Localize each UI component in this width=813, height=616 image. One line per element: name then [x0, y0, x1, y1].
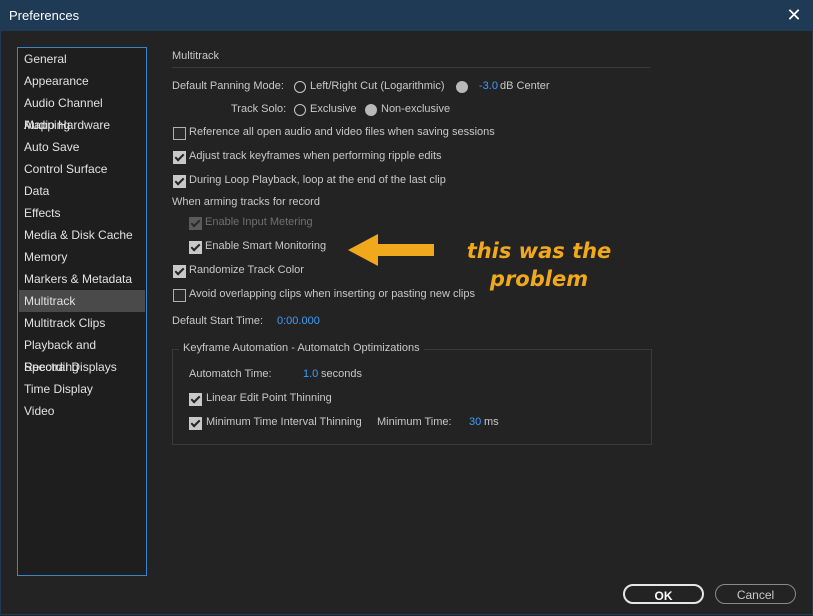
sidebar-item-effects[interactable]: Effects [19, 202, 145, 224]
default-start-time-value[interactable]: 0:00.000 [277, 315, 320, 327]
ok-button[interactable]: OK [623, 584, 704, 604]
window-title: Preferences [9, 8, 80, 23]
track-solo-nonexclusive-label: Non-exclusive [381, 103, 451, 115]
adjust-keyframes-label: Adjust track keyframes when performing r… [189, 150, 442, 162]
reference-files-checkbox[interactable] [173, 127, 186, 140]
min-time-value[interactable]: 30 [469, 416, 481, 428]
automatch-time-label: Automatch Time: [189, 368, 272, 380]
panning-left-right-label: Left/Right Cut (Logarithmic) [310, 80, 445, 92]
input-metering-label: Enable Input Metering [205, 216, 313, 228]
randomize-color-label: Randomize Track Color [189, 264, 304, 276]
sidebar-item-media-disk-cache[interactable]: Media & Disk Cache [19, 224, 145, 246]
sidebar-item-data[interactable]: Data [19, 180, 145, 202]
adjust-keyframes-checkbox[interactable] [173, 151, 186, 164]
avoid-overlap-checkbox[interactable] [173, 289, 186, 302]
section-title: Multitrack [172, 50, 220, 62]
title-bar: Preferences ✕ [0, 0, 813, 31]
linear-thinning-checkbox[interactable] [189, 393, 202, 406]
default-start-time-label: Default Start Time: [172, 315, 264, 327]
min-time-unit: ms [484, 416, 499, 428]
linear-thinning-label: Linear Edit Point Thinning [206, 392, 332, 404]
automatch-time-value[interactable]: 1.0 [303, 368, 318, 380]
section-divider [172, 67, 650, 68]
input-metering-checkbox[interactable] [189, 217, 202, 230]
reference-files-label: Reference all open audio and video files… [189, 126, 495, 138]
sidebar-item-time-display[interactable]: Time Display [19, 378, 145, 400]
sidebar-item-appearance[interactable]: Appearance [19, 70, 145, 92]
sidebar-item-markers-metadata[interactable]: Markers & Metadata [19, 268, 145, 290]
sidebar-item-memory[interactable]: Memory [19, 246, 145, 268]
preferences-sidebar: General Appearance Audio Channel Mapping… [17, 47, 147, 576]
annotation-arrow-icon [348, 234, 434, 266]
smart-monitoring-checkbox[interactable] [189, 241, 202, 254]
sidebar-item-auto-save[interactable]: Auto Save [19, 136, 145, 158]
panning-db-value[interactable]: -3.0 [479, 80, 498, 92]
sidebar-item-multitrack[interactable]: Multitrack [19, 290, 145, 312]
loop-playback-label: During Loop Playback, loop at the end of… [189, 174, 446, 186]
sidebar-item-general[interactable]: General [19, 48, 145, 70]
arming-heading: When arming tracks for record [172, 196, 320, 208]
cancel-button[interactable]: Cancel [715, 584, 796, 604]
sidebar-item-audio-channel-mapping[interactable]: Audio Channel Mapping [19, 92, 145, 132]
annotation-line1: this was the [466, 239, 612, 263]
track-solo-label: Track Solo: [231, 103, 287, 115]
sidebar-item-control-surface[interactable]: Control Surface [19, 158, 145, 180]
sidebar-item-audio-hardware[interactable]: Audio Hardware [19, 114, 145, 136]
sidebar-item-multitrack-clips[interactable]: Multitrack Clips [19, 312, 145, 334]
min-time-label: Minimum Time: [377, 416, 452, 428]
panning-mode-label: Default Panning Mode: [172, 80, 284, 92]
close-icon[interactable]: ✕ [784, 4, 804, 26]
track-solo-exclusive-label: Exclusive [310, 103, 357, 115]
panning-center-radio[interactable] [456, 81, 468, 93]
sidebar-item-video[interactable]: Video [19, 400, 145, 422]
panning-db-center-label: dB Center [500, 80, 550, 92]
automatch-group-title: Keyframe Automation - Automatch Optimiza… [179, 342, 424, 354]
loop-playback-checkbox[interactable] [173, 175, 186, 188]
smart-monitoring-label: Enable Smart Monitoring [205, 240, 327, 252]
sidebar-item-playback-recording[interactable]: Playback and Recording [19, 334, 145, 374]
track-solo-exclusive-radio[interactable] [294, 104, 306, 116]
sidebar-item-spectral-displays[interactable]: Spectral Displays [19, 356, 145, 378]
automatch-time-unit: seconds [321, 368, 362, 380]
min-interval-label: Minimum Time Interval Thinning [206, 416, 362, 428]
min-interval-checkbox[interactable] [189, 417, 202, 430]
track-solo-nonexclusive-radio[interactable] [365, 104, 377, 116]
panning-left-right-radio[interactable] [294, 81, 306, 93]
randomize-color-checkbox[interactable] [173, 265, 186, 278]
avoid-overlap-label: Avoid overlapping clips when inserting o… [189, 288, 475, 300]
annotation-line2: problem [489, 267, 589, 291]
